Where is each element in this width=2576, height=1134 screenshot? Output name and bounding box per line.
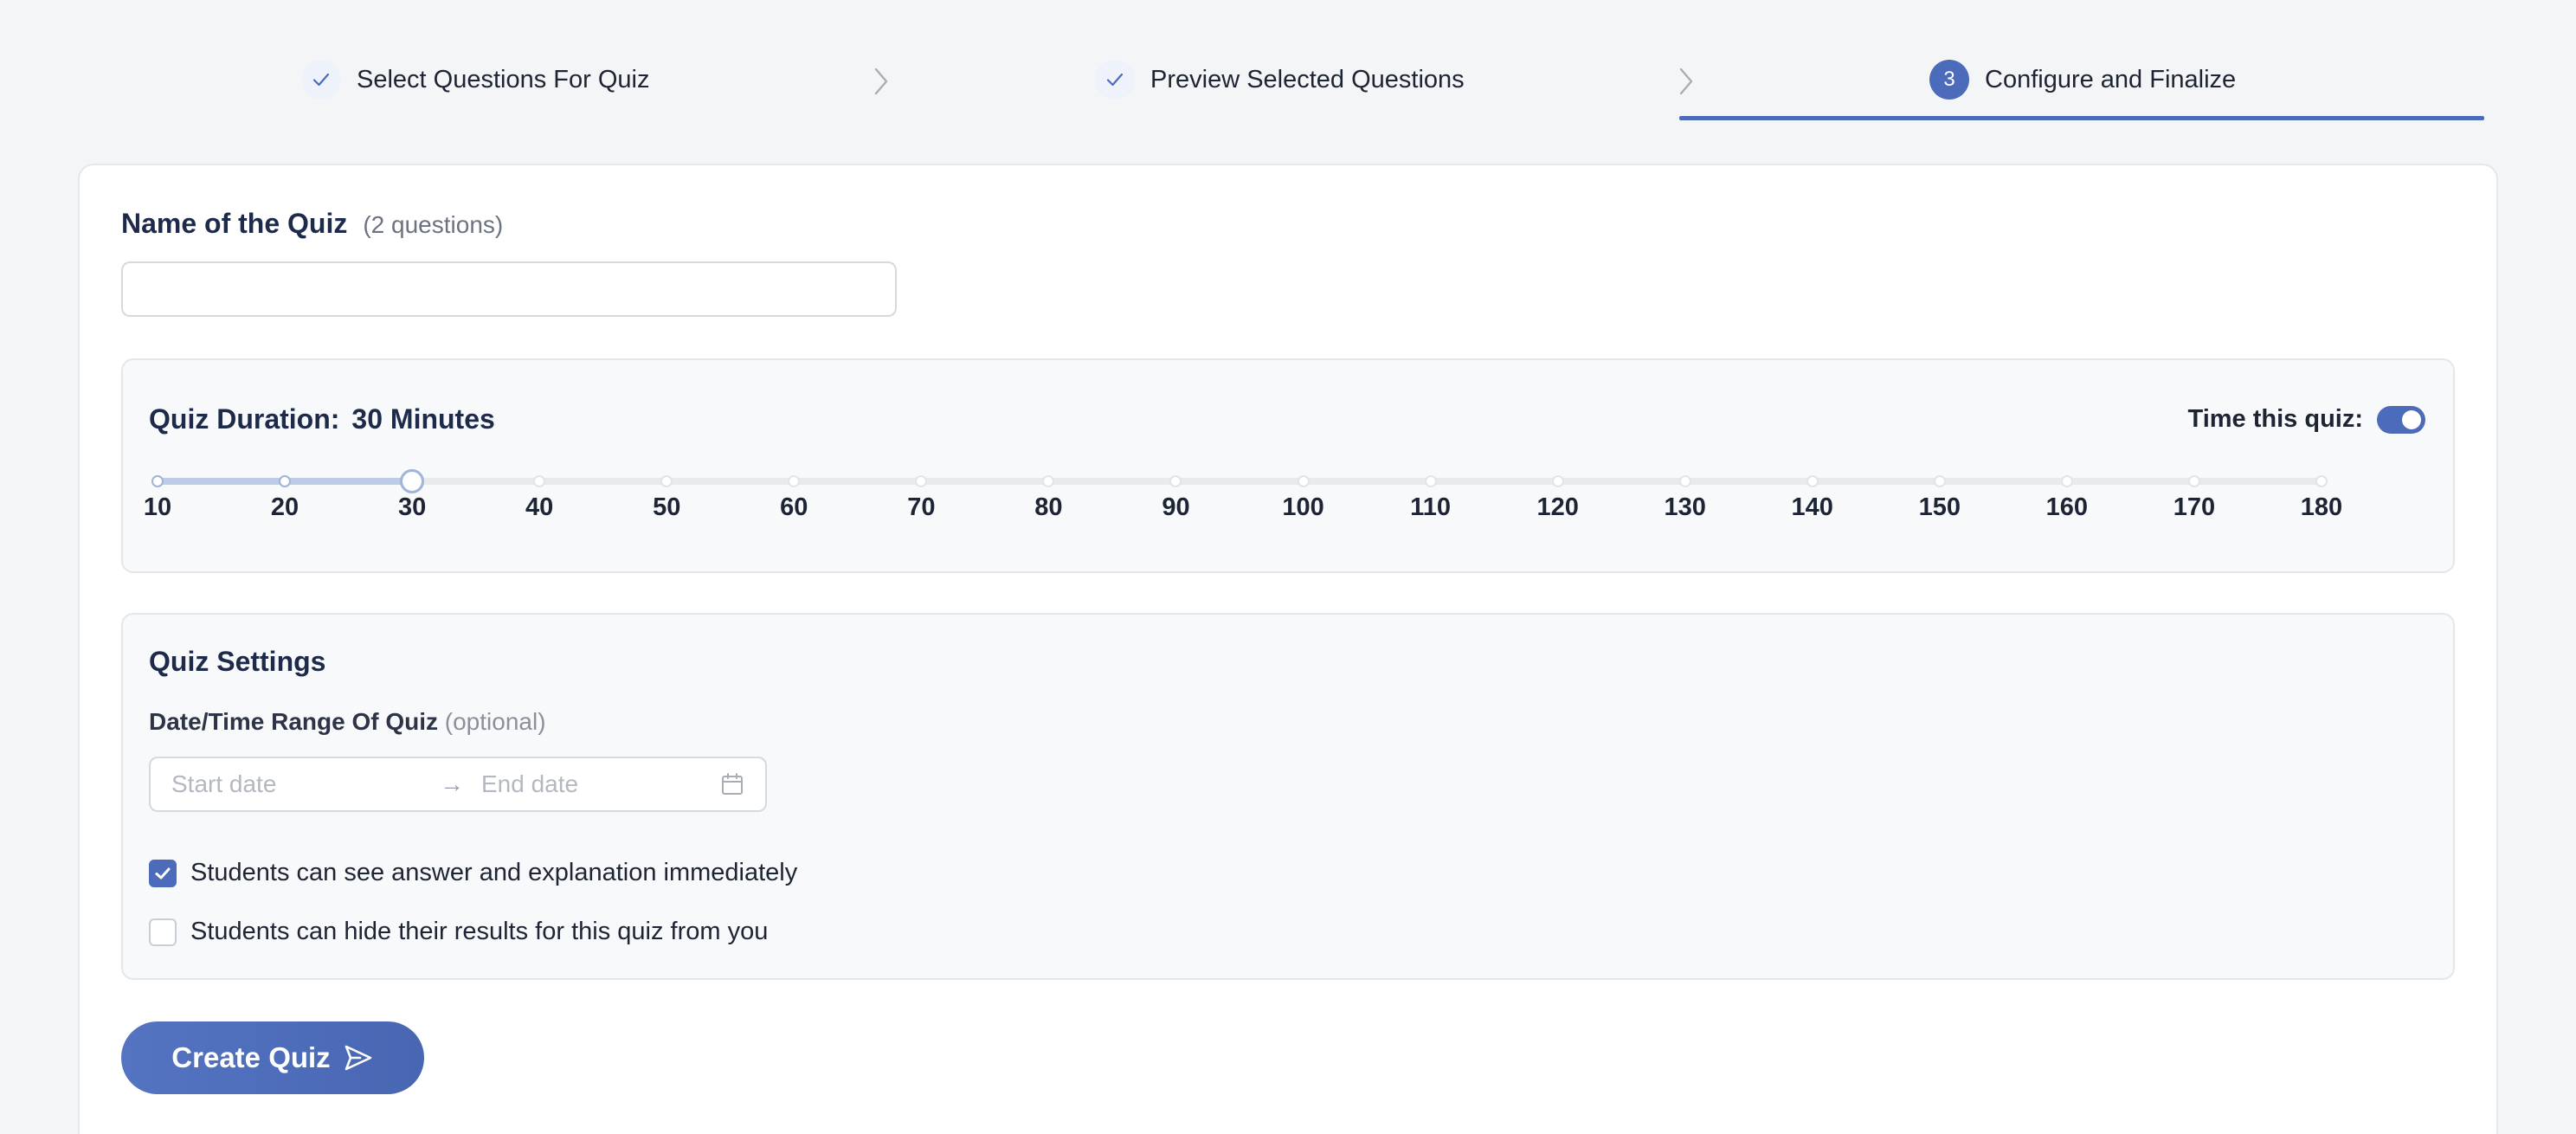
slider-mark-170[interactable] (2187, 475, 2200, 487)
end-date-input[interactable]: End date (481, 770, 720, 798)
slider-mark-140[interactable] (1806, 475, 1819, 487)
calendar-icon (722, 773, 743, 795)
active-step-underline (1679, 116, 2484, 120)
slider-mark-20[interactable] (279, 475, 292, 487)
send-icon (345, 1045, 371, 1071)
slider-tick-label[interactable]: 30 (398, 493, 426, 522)
step-label: Select Questions For Quiz (357, 65, 650, 93)
date-range-label: Date/Time Range Of Quiz (optional) (149, 708, 546, 736)
timer-label: Time this quiz: (2187, 405, 2363, 433)
slider-mark-160[interactable] (2060, 475, 2073, 487)
slider-tick-label[interactable]: 70 (907, 493, 935, 522)
option-show-answers[interactable]: Students can see answer and explanation … (149, 859, 797, 887)
slider-tick-label[interactable]: 150 (1919, 493, 1961, 522)
slider-tick-label[interactable]: 110 (1410, 493, 1451, 522)
quiz-name-input[interactable] (121, 261, 897, 317)
quiz-name-label-row: Name of the Quiz (2 questions) (121, 208, 503, 240)
slider-mark-90[interactable] (1169, 475, 1182, 487)
steps-bar: Select Questions For Quiz Preview Select… (0, 0, 2576, 123)
check-icon (1095, 60, 1135, 100)
date-range-label-text: Date/Time Range Of Quiz (149, 708, 438, 735)
step-label: Configure and Finalize (1985, 65, 2237, 93)
duration-label: Quiz Duration: (149, 403, 340, 435)
slider-tick-label[interactable]: 120 (1536, 493, 1578, 522)
slider-mark-180[interactable] (2315, 475, 2328, 487)
option-hide-results[interactable]: Students can hide their results for this… (149, 918, 768, 946)
create-quiz-button[interactable]: Create Quiz (121, 1021, 424, 1094)
chevron-right-icon (1679, 68, 1693, 95)
step-preview-questions[interactable]: Preview Selected Questions (1095, 54, 1465, 106)
arrow-right-icon: → (440, 770, 464, 797)
date-range-picker[interactable]: Start date → End date (149, 757, 767, 812)
settings-title: Quiz Settings (149, 646, 326, 677)
chevron-right-icon (874, 68, 888, 95)
check-icon (301, 60, 341, 100)
step-select-questions[interactable]: Select Questions For Quiz (301, 54, 649, 106)
slider-mark-80[interactable] (1042, 475, 1055, 487)
slider-mark-40[interactable] (533, 475, 546, 487)
slider-mark-70[interactable] (915, 475, 928, 487)
slider-tick-label[interactable]: 170 (2174, 493, 2215, 522)
duration-panel (121, 358, 2455, 573)
slider-track[interactable] (158, 478, 2322, 485)
duration-slider[interactable] (151, 467, 2328, 493)
slider-mark-150[interactable] (1933, 475, 1946, 487)
slider-tick-label[interactable]: 90 (1162, 493, 1189, 522)
slider-tick-label[interactable]: 100 (1282, 493, 1323, 522)
slider-tick-label[interactable]: 80 (1034, 493, 1062, 522)
toggle-knob (2402, 409, 2421, 429)
step-number-badge: 3 (1929, 60, 1969, 100)
quiz-name-label: Name of the Quiz (121, 208, 348, 239)
slider-tick-label[interactable]: 60 (780, 493, 808, 522)
slider-mark-120[interactable] (1551, 475, 1564, 487)
start-date-input[interactable]: Start date (171, 770, 431, 798)
slider-mark-130[interactable] (1678, 475, 1691, 487)
question-count: (2 questions) (363, 211, 504, 238)
slider-tick-label[interactable]: 140 (1792, 493, 1833, 522)
slider-mark-10[interactable] (151, 475, 164, 487)
slider-handle[interactable] (400, 469, 425, 493)
duration-title: Quiz Duration: 30 Minutes (149, 403, 495, 435)
slider-tick-label[interactable]: 50 (653, 493, 680, 522)
hide-results-checkbox[interactable] (149, 918, 177, 946)
slider-mark-50[interactable] (660, 475, 673, 487)
optional-hint: (optional) (444, 708, 546, 735)
slider-tick-label[interactable]: 130 (1665, 493, 1706, 522)
slider-tick-labels: 10 20 30 40 50 60 70 80 90 100 110 120 130 140 150 160 1… (144, 493, 2342, 528)
slider-tick-label[interactable]: 20 (271, 493, 299, 522)
timer-toggle[interactable] (2377, 405, 2425, 434)
hide-results-label: Students can hide their results for this… (190, 918, 769, 945)
timer-toggle-row: Time this quiz: (2188, 405, 2425, 434)
slider-tick-label[interactable]: 40 (525, 493, 553, 522)
show-answers-label: Students can see answer and explanation … (190, 859, 798, 886)
slider-tick-label[interactable]: 160 (2046, 493, 2088, 522)
create-quiz-label: Create Quiz (171, 1041, 331, 1073)
step-configure-finalize[interactable]: 3 Configure and Finalize (1929, 54, 2236, 106)
step-label: Preview Selected Questions (1150, 65, 1465, 93)
duration-value: 30 Minutes (351, 403, 495, 435)
slider-mark-100[interactable] (1297, 475, 1310, 487)
show-answers-checkbox[interactable] (149, 859, 177, 887)
slider-tick-label[interactable]: 10 (144, 493, 171, 522)
slider-mark-110[interactable] (1424, 475, 1437, 487)
checkmark-icon (155, 867, 171, 879)
slider-mark-60[interactable] (788, 475, 801, 487)
slider-tick-label[interactable]: 180 (2301, 493, 2342, 522)
